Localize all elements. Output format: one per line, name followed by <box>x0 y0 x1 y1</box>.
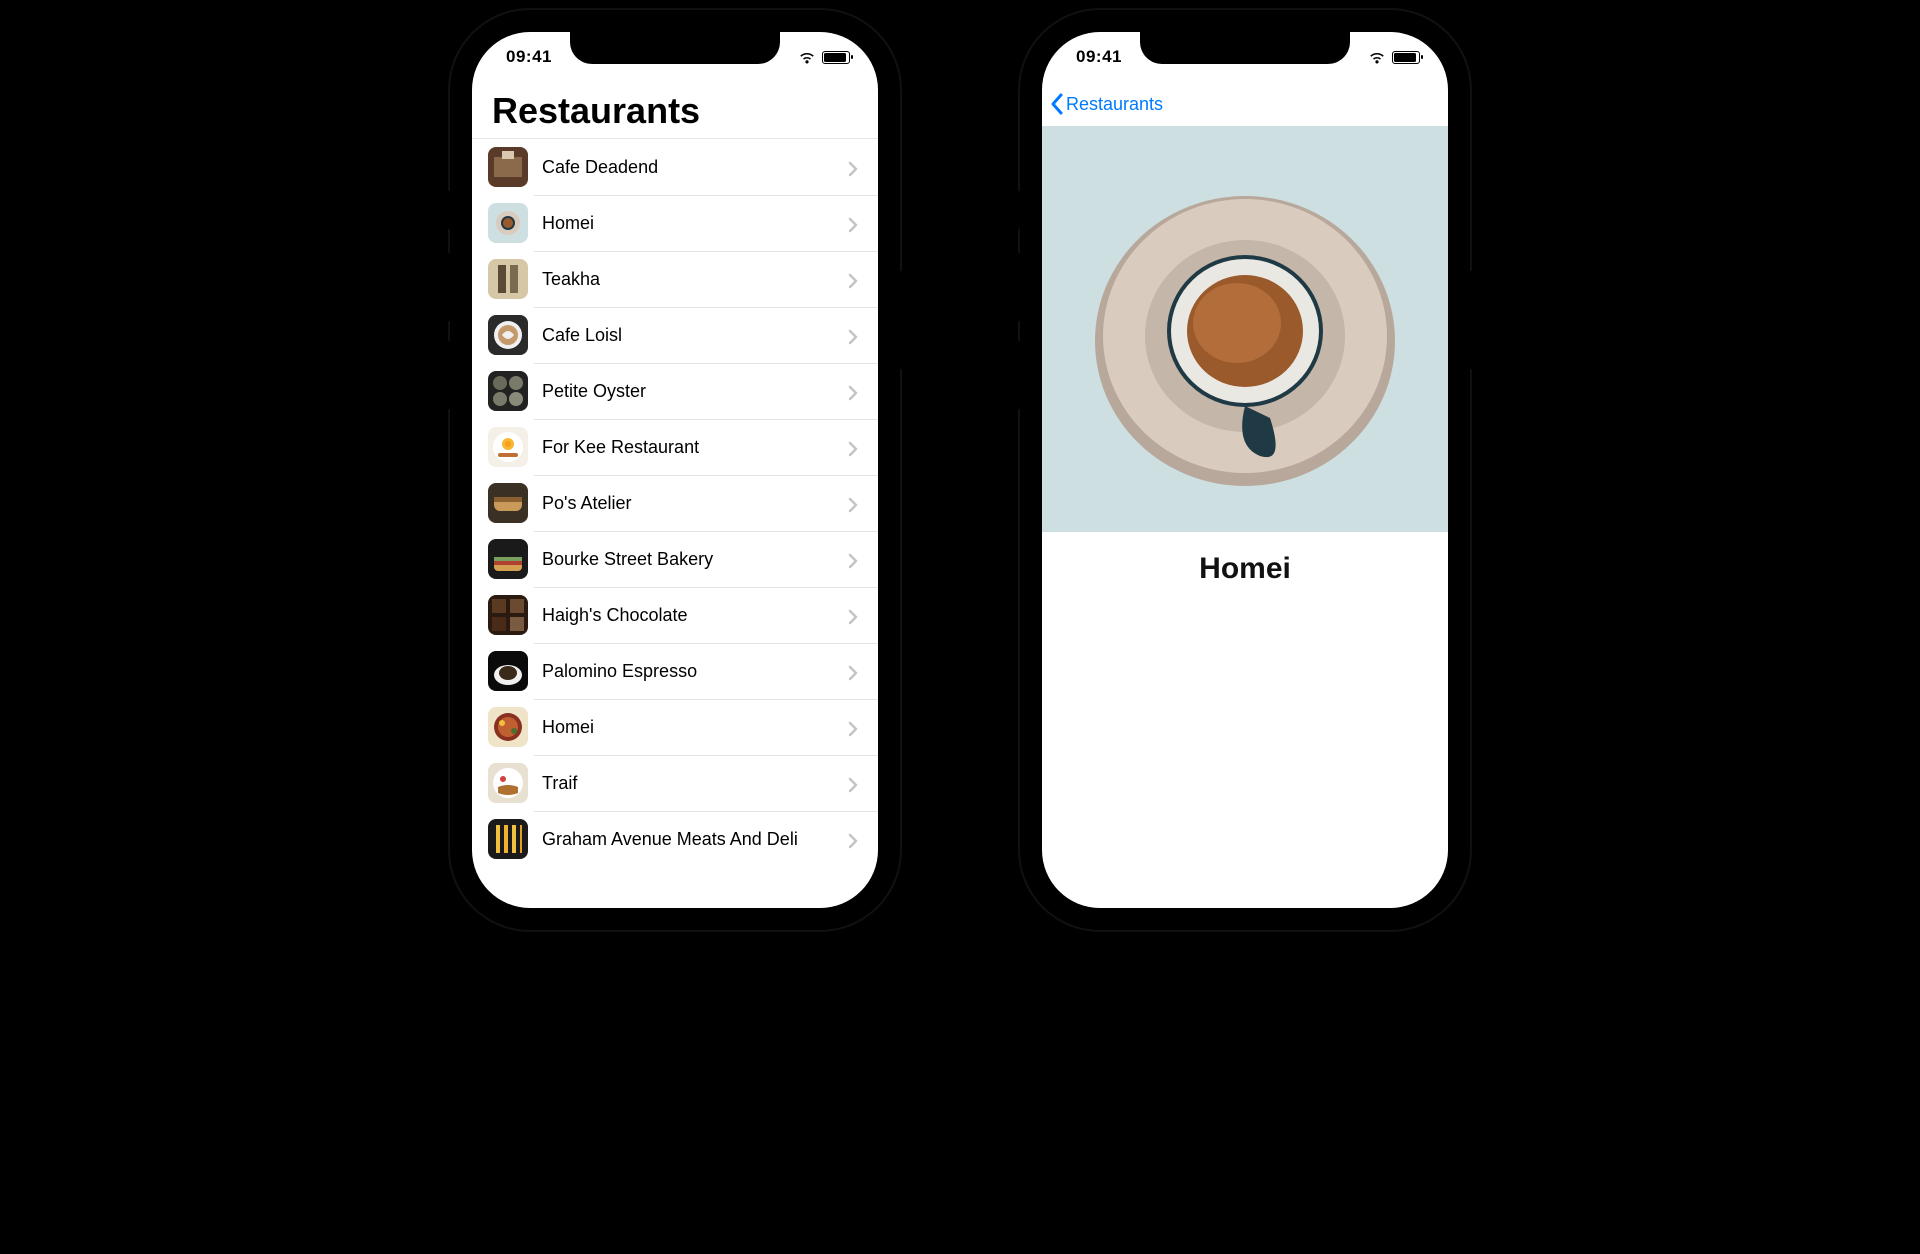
list-item-label: Po's Atelier <box>542 493 848 514</box>
list-item-label: Traif <box>542 773 848 794</box>
list-item[interactable]: Cafe Loisl <box>472 307 878 363</box>
list-item-label: Petite Oyster <box>542 381 848 402</box>
thumbnail-image <box>488 259 528 299</box>
notch <box>570 32 780 64</box>
chevron-right-icon <box>848 553 860 565</box>
power-button <box>1470 270 1476 370</box>
list-item-label: Teakha <box>542 269 848 290</box>
volume-down-button <box>1014 340 1020 410</box>
list-item-label: Cafe Deadend <box>542 157 848 178</box>
list-item[interactable]: Haigh's Chocolate <box>472 587 878 643</box>
side-button <box>1014 190 1020 230</box>
list-item-label: For Kee Restaurant <box>542 437 848 458</box>
power-button <box>900 270 906 370</box>
list-item[interactable]: Cafe Deadend <box>472 139 878 195</box>
detail-title: Homei <box>1042 532 1448 586</box>
chevron-right-icon <box>848 217 860 229</box>
chevron-right-icon <box>848 609 860 621</box>
list-item[interactable]: Traif <box>472 755 878 811</box>
list-item-label: Cafe Loisl <box>542 325 848 346</box>
chevron-right-icon <box>848 161 860 173</box>
list-item[interactable]: For Kee Restaurant <box>472 419 878 475</box>
thumbnail-image <box>488 371 528 411</box>
chevron-right-icon <box>848 385 860 397</box>
thumbnail-image <box>488 427 528 467</box>
nav-bar: Restaurants <box>1042 82 1448 126</box>
chevron-left-icon <box>1050 93 1064 115</box>
chevron-right-icon <box>848 665 860 677</box>
volume-up-button <box>444 252 450 322</box>
list-item[interactable]: Graham Avenue Meats And Deli <box>472 811 878 867</box>
list-item-label: Homei <box>542 717 848 738</box>
thumbnail-image <box>488 651 528 691</box>
thumbnail-image <box>488 203 528 243</box>
chevron-right-icon <box>848 721 860 733</box>
chevron-right-icon <box>848 329 860 341</box>
battery-icon <box>1392 51 1420 64</box>
back-button[interactable]: Restaurants <box>1050 93 1163 115</box>
back-label: Restaurants <box>1066 94 1163 115</box>
detail-image <box>1042 126 1448 532</box>
chevron-right-icon <box>848 497 860 509</box>
thumbnail-image <box>488 595 528 635</box>
chevron-right-icon <box>848 441 860 453</box>
chevron-right-icon <box>848 777 860 789</box>
status-time: 09:41 <box>506 47 552 67</box>
list-item[interactable]: Petite Oyster <box>472 363 878 419</box>
phone-detail: 09:41 <box>1020 10 1470 930</box>
wifi-icon <box>1368 51 1386 64</box>
thumbnail-image <box>488 315 528 355</box>
restaurant-list[interactable]: Cafe Deadend Homei Teakha Cafe Loisl Petite … <box>472 138 878 908</box>
list-item[interactable]: Teakha <box>472 251 878 307</box>
chevron-right-icon <box>848 833 860 845</box>
thumbnail-image <box>488 147 528 187</box>
volume-up-button <box>1014 252 1020 322</box>
thumbnail-image <box>488 483 528 523</box>
volume-down-button <box>444 340 450 410</box>
thumbnail-image <box>488 539 528 579</box>
list-item[interactable]: Homei <box>472 699 878 755</box>
notch <box>1140 32 1350 64</box>
list-item[interactable]: Bourke Street Bakery <box>472 531 878 587</box>
side-button <box>444 190 450 230</box>
chevron-right-icon <box>848 273 860 285</box>
status-time: 09:41 <box>1076 47 1122 67</box>
thumbnail-image <box>488 819 528 859</box>
detail-body: Homei <box>1042 126 1448 908</box>
list-item-label: Graham Avenue Meats And Deli <box>542 829 848 850</box>
thumbnail-image <box>488 763 528 803</box>
wifi-icon <box>798 51 816 64</box>
battery-icon <box>822 51 850 64</box>
list-item[interactable]: Po's Atelier <box>472 475 878 531</box>
list-item-label: Palomino Espresso <box>542 661 848 682</box>
phone-list: 09:41 Restaurants Cafe Deadend Homei Teakh… <box>450 10 900 930</box>
thumbnail-image <box>488 707 528 747</box>
list-item-label: Bourke Street Bakery <box>542 549 848 570</box>
list-item[interactable]: Homei <box>472 195 878 251</box>
page-title: Restaurants <box>472 82 878 138</box>
list-item-label: Haigh's Chocolate <box>542 605 848 626</box>
list-item-label: Homei <box>542 213 848 234</box>
list-item[interactable]: Palomino Espresso <box>472 643 878 699</box>
